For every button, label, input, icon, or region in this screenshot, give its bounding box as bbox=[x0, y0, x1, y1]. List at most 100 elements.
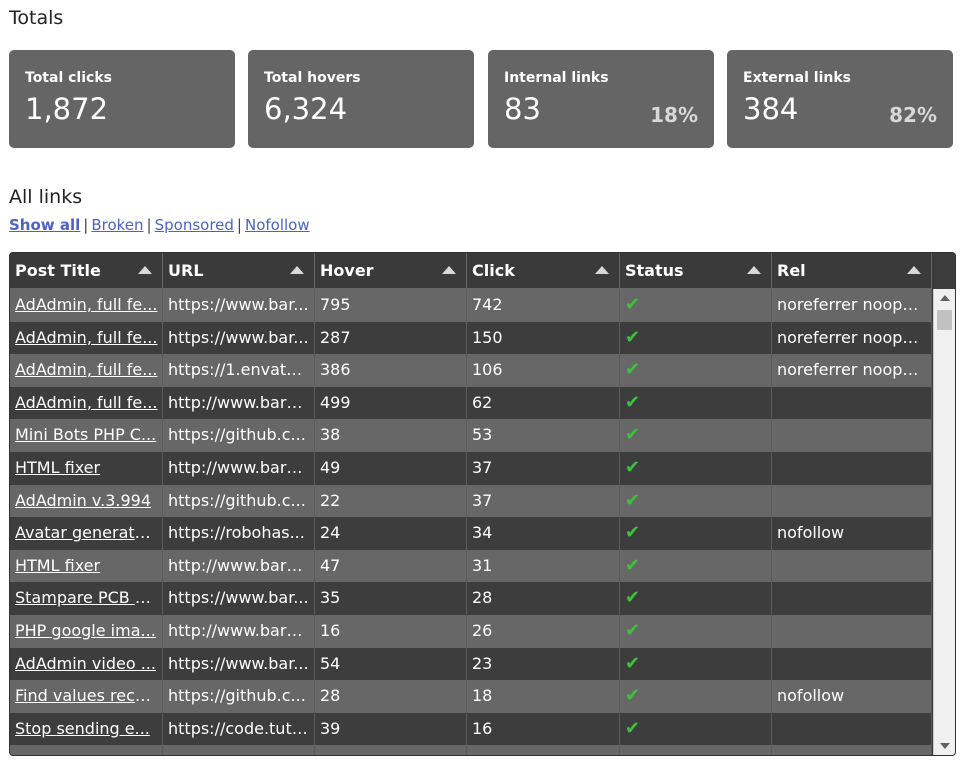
cell-status: ✔ bbox=[620, 419, 772, 452]
cell-title: Mini Bots PHP C... bbox=[10, 419, 163, 452]
cell-click: 150 bbox=[467, 321, 620, 355]
filter-nofollow[interactable]: Nofollow bbox=[245, 216, 310, 234]
cell-text: nofollow bbox=[777, 686, 845, 706]
cell-click: 31 bbox=[467, 549, 620, 583]
filter-broken[interactable]: Broken bbox=[91, 216, 143, 234]
column-header-post-title[interactable]: Post Title bbox=[10, 253, 163, 288]
cell-url: https://www.bar... bbox=[163, 647, 315, 681]
sort-asc-icon[interactable] bbox=[747, 266, 761, 274]
cell-text: https://github.c... bbox=[168, 490, 306, 510]
totals-cards: Total clicks 1,872 Total hovers 6,324 In… bbox=[9, 50, 954, 148]
scroll-up-icon[interactable] bbox=[940, 295, 950, 301]
cell-text: 49 bbox=[320, 458, 341, 477]
cell-click: 26 bbox=[467, 615, 620, 648]
cell-hover: 499 bbox=[315, 386, 467, 420]
cell-title: HTML fixer bbox=[10, 549, 163, 583]
cell-rel bbox=[772, 615, 932, 648]
post-title-link[interactable]: AdAdmin, full fe... bbox=[15, 328, 157, 347]
cell-click: 28 bbox=[467, 582, 620, 615]
column-header-click[interactable]: Click bbox=[467, 253, 620, 288]
table-row: HTML fixer http://www.bara... 49 37 ✔ bbox=[10, 452, 932, 485]
checkmark-icon: ✔ bbox=[625, 652, 641, 674]
post-title-link[interactable]: AdAdmin video ... bbox=[15, 654, 156, 673]
post-title-link[interactable]: Avatar generato... bbox=[15, 523, 159, 542]
column-header-hover[interactable]: Hover bbox=[315, 253, 467, 288]
cell-rel bbox=[772, 549, 932, 583]
cell-text: http://www.bara... bbox=[168, 555, 312, 575]
column-header-url[interactable]: URL bbox=[163, 253, 315, 288]
cell-url: https://www.bar... bbox=[163, 289, 315, 322]
cell-url: http://www.bara... bbox=[163, 452, 315, 485]
scroll-down-icon[interactable] bbox=[940, 743, 950, 749]
cell-text: 47 bbox=[320, 555, 341, 575]
card-label: Total hovers bbox=[264, 70, 361, 86]
filter-show-all[interactable]: Show all bbox=[9, 216, 80, 234]
card-value: 1,872 bbox=[25, 92, 109, 126]
checkmark-icon: ✔ bbox=[625, 717, 641, 739]
cell-status: ✔ bbox=[620, 712, 772, 746]
filter-separator: | bbox=[146, 216, 152, 234]
checkmark-icon: ✔ bbox=[625, 554, 641, 576]
card-internal-links: Internal links 83 18% bbox=[488, 50, 714, 148]
filter-sponsored[interactable]: Sponsored bbox=[155, 216, 234, 234]
cell-text: 53 bbox=[472, 425, 493, 445]
filter-separator: | bbox=[83, 216, 89, 234]
cell-hover: 795 bbox=[315, 289, 467, 322]
cell-title: AdAdmin video ... bbox=[10, 647, 163, 681]
column-header-rel[interactable]: Rel bbox=[772, 253, 932, 288]
post-title-link[interactable]: AdAdmin, full fe... bbox=[15, 295, 157, 314]
cell-status: ✔ bbox=[620, 289, 772, 322]
cell-text: 106 bbox=[472, 360, 503, 380]
cell-rel bbox=[772, 419, 932, 452]
cell-title: AdAdmin v.3.994 bbox=[10, 484, 163, 518]
sort-asc-icon[interactable] bbox=[138, 266, 152, 274]
totals-title: Totals bbox=[9, 7, 64, 29]
cell-click: 742 bbox=[467, 289, 620, 322]
cell-rel: noreferrer noope... bbox=[772, 321, 932, 355]
sort-asc-icon[interactable] bbox=[595, 266, 609, 274]
post-title-link[interactable]: HTML fixer bbox=[15, 556, 100, 575]
cell-url: https://robohas... bbox=[163, 517, 315, 550]
cell-status: ✔ bbox=[620, 484, 772, 518]
post-title-link[interactable]: Stop sending e... bbox=[15, 719, 150, 738]
cell-hover: 16 bbox=[315, 615, 467, 648]
post-title-link[interactable]: AdAdmin, full fe... bbox=[15, 360, 157, 379]
cell-text: 795 bbox=[320, 295, 351, 314]
post-title-link[interactable]: Find values recu... bbox=[15, 686, 160, 705]
column-label: Click bbox=[472, 261, 515, 280]
cell-url: https://github.c... bbox=[163, 680, 315, 713]
sort-asc-icon[interactable] bbox=[907, 266, 921, 274]
cell-text: 28 bbox=[320, 686, 341, 706]
scroll-thumb[interactable] bbox=[937, 310, 952, 330]
checkmark-icon: ✔ bbox=[625, 359, 641, 381]
cell-text: 18 bbox=[472, 686, 493, 706]
table-body: AdAdmin, full fe... https://www.bar... 795… bbox=[10, 289, 932, 755]
cell-url: https://github.c... bbox=[163, 484, 315, 518]
cell-text: nofollow bbox=[777, 523, 845, 543]
cell-status: ✔ bbox=[620, 517, 772, 550]
column-label: Post Title bbox=[15, 261, 101, 280]
post-title-link[interactable]: HTML fixer bbox=[15, 458, 100, 477]
post-title-link[interactable]: PHP google ima... bbox=[15, 621, 156, 640]
table-scrollbar[interactable] bbox=[933, 289, 955, 755]
post-title-link[interactable]: AdAdmin v.3.994 bbox=[15, 491, 151, 510]
column-header-status[interactable]: Status bbox=[620, 253, 772, 288]
card-total-clicks: Total clicks 1,872 bbox=[9, 50, 235, 148]
sort-asc-icon[interactable] bbox=[442, 266, 456, 274]
cell-text: 499 bbox=[320, 392, 351, 412]
cell-text: 28 bbox=[472, 588, 493, 608]
card-external-links: External links 384 82% bbox=[727, 50, 953, 148]
post-title-link[interactable]: AdAdmin, full fe... bbox=[15, 393, 157, 412]
cell-text: 287 bbox=[320, 327, 351, 347]
cell-text: 62 bbox=[472, 392, 493, 412]
cell-text: 742 bbox=[472, 295, 503, 314]
cell-title: AdAdmin, full fe... bbox=[10, 386, 163, 420]
cell-title: PHP google ima... bbox=[10, 615, 163, 648]
cell-hover: 22 bbox=[315, 484, 467, 518]
checkmark-icon: ✔ bbox=[625, 424, 641, 446]
post-title-link[interactable]: Stampare PCB p... bbox=[15, 588, 160, 607]
post-title-link[interactable]: Mini Bots PHP C... bbox=[15, 425, 156, 444]
sort-asc-icon[interactable] bbox=[290, 266, 304, 274]
card-value: 384 bbox=[743, 92, 799, 126]
table-row: Mini Bots PHP C... https://github.c... 38 5… bbox=[10, 419, 932, 452]
